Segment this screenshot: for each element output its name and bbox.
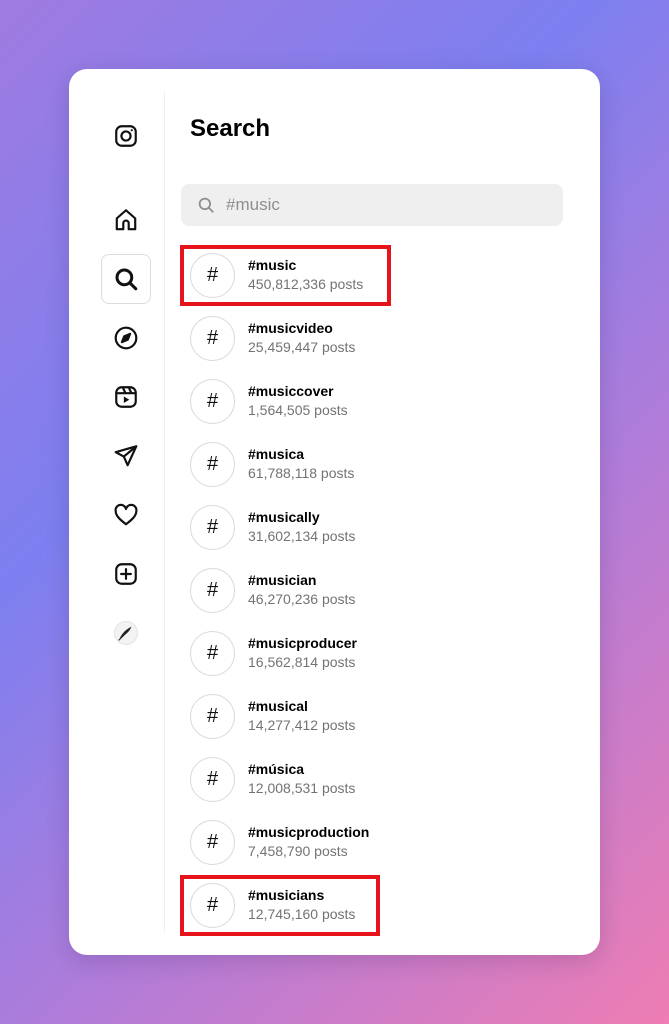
app-panel: Search # #music 450,812,336 posts # #musicvi… (94, 91, 579, 936)
page-title: Search (190, 115, 271, 142)
create-plus-icon[interactable] (101, 549, 151, 599)
hashtag-name: #music (248, 257, 297, 273)
hashtag-icon: # (190, 505, 235, 550)
result-row[interactable]: # #musica 61,788,118 posts (190, 434, 560, 494)
hashtag-name: #música (248, 761, 305, 777)
hashtag-name: #musiccover (248, 383, 334, 399)
post-count: 1,564,505 posts (248, 402, 348, 418)
post-count: 7,458,790 posts (248, 843, 348, 859)
reels-icon[interactable] (101, 372, 151, 422)
instagram-logo-icon[interactable] (101, 111, 151, 161)
hashtag-name: #musically (248, 509, 320, 525)
hashtag-name: #musicvideo (248, 320, 333, 336)
hashtag-icon: # (190, 253, 235, 298)
hashtag-icon: # (190, 694, 235, 739)
post-count: 25,459,447 posts (248, 339, 356, 355)
hashtag-name: #musicians (248, 887, 325, 903)
search-icon[interactable] (101, 254, 151, 304)
search-icon (198, 197, 214, 213)
hashtag-icon: # (190, 442, 235, 487)
messages-send-icon[interactable] (101, 431, 151, 481)
result-row[interactable]: # #musically 31,602,134 posts (190, 497, 560, 557)
result-row[interactable]: # #musicproducer 16,562,814 posts (190, 623, 560, 683)
post-count: 450,812,336 posts (248, 276, 364, 292)
post-count: 46,270,236 posts (248, 591, 356, 607)
hashtag-name: #musicproducer (248, 635, 357, 651)
post-count: 16,562,814 posts (248, 654, 356, 670)
hashtag-name: #musica (248, 446, 305, 462)
profile-avatar[interactable] (101, 608, 151, 658)
result-row[interactable]: # #musical 14,277,412 posts (190, 686, 560, 746)
post-count: 12,745,160 posts (248, 906, 356, 922)
result-row[interactable]: # #música 12,008,531 posts (190, 749, 560, 809)
result-row[interactable]: # #music 450,812,336 posts (180, 245, 560, 306)
hashtag-icon: # (190, 757, 235, 802)
result-row[interactable]: # #musicvideo 25,459,447 posts (190, 308, 560, 368)
hashtag-icon: # (190, 631, 235, 676)
search-bar[interactable] (181, 184, 563, 226)
notifications-heart-icon[interactable] (101, 490, 151, 540)
home-icon[interactable] (101, 195, 151, 245)
explore-compass-icon[interactable] (101, 313, 151, 363)
hashtag-name: #musicproduction (248, 824, 370, 840)
post-count: 61,788,118 posts (248, 465, 355, 481)
result-row[interactable]: # #musicproduction 7,458,790 posts (190, 812, 560, 872)
hashtag-name: #musician (248, 572, 317, 588)
hashtag-icon: # (190, 820, 235, 865)
post-count: 31,602,134 posts (248, 528, 356, 544)
result-row[interactable]: # #musicians 12,745,160 posts (180, 875, 560, 936)
hashtag-icon: # (190, 568, 235, 613)
hashtag-name: #musical (248, 698, 308, 714)
result-row[interactable]: # #musician 46,270,236 posts (190, 560, 560, 620)
hashtag-icon: # (190, 379, 235, 424)
hashtag-icon: # (190, 883, 235, 928)
search-input[interactable] (226, 184, 546, 226)
instagram-window: Search # #music 450,812,336 posts # #musicvi… (69, 69, 600, 955)
sidebar-nav (94, 91, 165, 933)
search-panel: Search # #music 450,812,336 posts # #musicvi… (166, 91, 579, 936)
result-row[interactable]: # #musiccover 1,564,505 posts (190, 371, 560, 431)
avatar (114, 621, 138, 645)
post-count: 14,277,412 posts (248, 717, 356, 733)
post-count: 12,008,531 posts (248, 780, 356, 796)
hashtag-icon: # (190, 316, 235, 361)
